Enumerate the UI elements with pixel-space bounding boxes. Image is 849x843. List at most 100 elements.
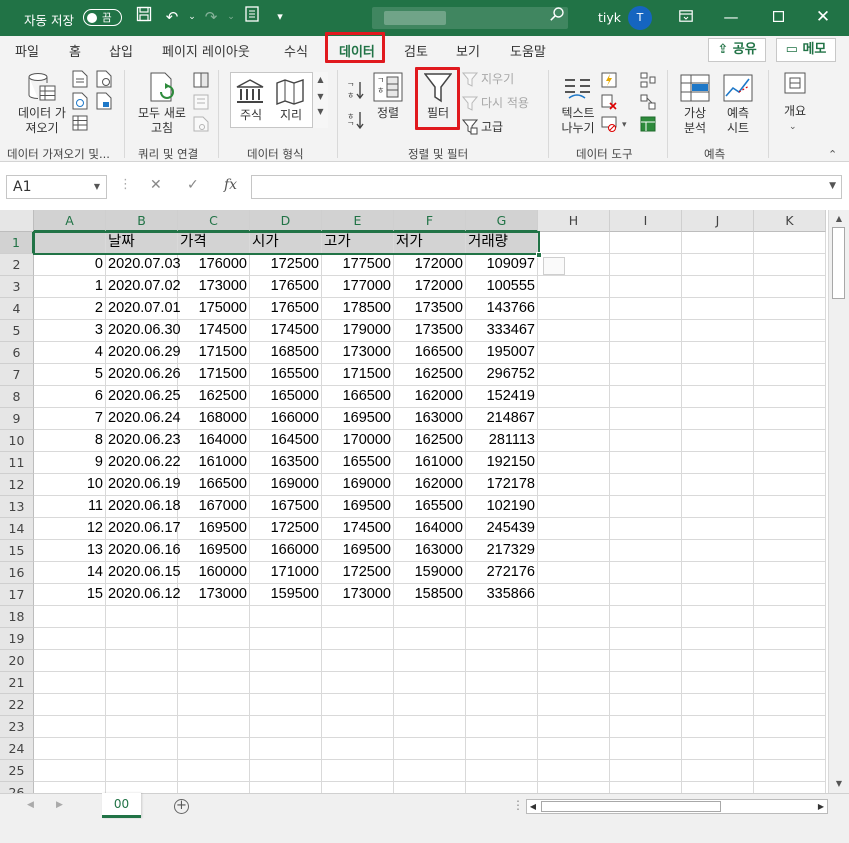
cell-k10[interactable] xyxy=(754,430,826,452)
cell-d3[interactable]: 176500 xyxy=(250,276,322,298)
avatar[interactable]: T xyxy=(628,6,652,30)
insert-function-icon[interactable]: fx xyxy=(224,177,237,193)
cell-h26[interactable] xyxy=(538,782,610,793)
cell-d9[interactable]: 166000 xyxy=(250,408,322,430)
cell-h16[interactable] xyxy=(538,562,610,584)
cell-a14[interactable]: 12 xyxy=(34,518,106,540)
cell-d24[interactable] xyxy=(250,738,322,760)
cell-h23[interactable] xyxy=(538,716,610,738)
cell-j9[interactable] xyxy=(682,408,754,430)
cell-k25[interactable] xyxy=(754,760,826,782)
cell-k6[interactable] xyxy=(754,342,826,364)
share-button[interactable]: ⇪ 공유 xyxy=(708,38,766,62)
cell-k3[interactable] xyxy=(754,276,826,298)
cell-e2[interactable]: 177500 xyxy=(322,254,394,276)
row-header[interactable]: 4 xyxy=(0,298,34,320)
cell-a19[interactable] xyxy=(34,628,106,650)
cell-e23[interactable] xyxy=(322,716,394,738)
cell-c23[interactable] xyxy=(178,716,250,738)
comments-button[interactable]: ▭ 메모 xyxy=(776,38,836,62)
form-icon[interactable] xyxy=(241,6,263,28)
cell-f7[interactable]: 162500 xyxy=(394,364,466,386)
cell-f17[interactable]: 158500 xyxy=(394,584,466,606)
column-header-b[interactable]: B xyxy=(106,210,178,232)
cell-a2[interactable]: 0 xyxy=(34,254,106,276)
text-to-columns-icon[interactable] xyxy=(563,74,593,105)
autosave-toggle[interactable]: 끔 xyxy=(83,9,122,26)
row-header[interactable]: 19 xyxy=(0,628,34,650)
cell-g18[interactable] xyxy=(466,606,538,628)
cell-g25[interactable] xyxy=(466,760,538,782)
cell-g11[interactable]: 192150 xyxy=(466,452,538,474)
cell-g15[interactable]: 217329 xyxy=(466,540,538,562)
row-header[interactable]: 7 xyxy=(0,364,34,386)
cell-k17[interactable] xyxy=(754,584,826,606)
title-search-box[interactable] xyxy=(372,7,568,29)
cell-h22[interactable] xyxy=(538,694,610,716)
scroll-down-icon[interactable]: ▼ xyxy=(832,777,846,791)
cell-h15[interactable] xyxy=(538,540,610,562)
tab-split-handle-icon[interactable]: ⋮ xyxy=(512,798,524,812)
cell-e11[interactable]: 165500 xyxy=(322,452,394,474)
outline-dropdown-icon[interactable]: ⌄ xyxy=(789,122,797,132)
cell-d6[interactable]: 168500 xyxy=(250,342,322,364)
cell-d14[interactable]: 172500 xyxy=(250,518,322,540)
cell-d4[interactable]: 176500 xyxy=(250,298,322,320)
horizontal-scrollbar[interactable]: ◀ ▶ xyxy=(526,799,828,814)
refresh-all-icon[interactable] xyxy=(148,72,178,107)
collapse-ribbon-icon[interactable]: ⌃ xyxy=(828,148,837,161)
cell-f25[interactable] xyxy=(394,760,466,782)
cell-b5[interactable]: 2020.06.30 xyxy=(106,320,181,342)
filter-icon[interactable] xyxy=(423,73,453,106)
cell-g17[interactable]: 335866 xyxy=(466,584,538,606)
cell-d12[interactable]: 169000 xyxy=(250,474,322,496)
cell-e22[interactable] xyxy=(322,694,394,716)
cell-i16[interactable] xyxy=(610,562,682,584)
minimize-icon[interactable]: — xyxy=(720,6,742,28)
cell-e17[interactable]: 173000 xyxy=(322,584,394,606)
cell-k11[interactable] xyxy=(754,452,826,474)
cell-f15[interactable]: 163000 xyxy=(394,540,466,562)
cell-g24[interactable] xyxy=(466,738,538,760)
cell-e1[interactable]: 고가 xyxy=(322,232,394,254)
row-header[interactable]: 24 xyxy=(0,738,34,760)
cell-a7[interactable]: 5 xyxy=(34,364,106,386)
cell-b4[interactable]: 2020.07.01 xyxy=(106,298,181,320)
cell-g5[interactable]: 333467 xyxy=(466,320,538,342)
cancel-icon[interactable]: ✕ xyxy=(150,177,162,193)
cell-h21[interactable] xyxy=(538,672,610,694)
column-header-f[interactable]: F xyxy=(394,210,466,232)
cell-i15[interactable] xyxy=(610,540,682,562)
cell-i5[interactable] xyxy=(610,320,682,342)
forecast-sheet-label[interactable]: 예측 시트 xyxy=(719,106,757,136)
cell-c9[interactable]: 168000 xyxy=(178,408,250,430)
cell-d21[interactable] xyxy=(250,672,322,694)
scroll-up-icon[interactable]: ▲ xyxy=(832,212,846,226)
cell-f1[interactable]: 저가 xyxy=(394,232,466,254)
cell-j4[interactable] xyxy=(682,298,754,320)
column-header-d[interactable]: D xyxy=(250,210,322,232)
cell-i7[interactable] xyxy=(610,364,682,386)
stocks-label[interactable]: 주식 xyxy=(233,108,269,123)
cell-k19[interactable] xyxy=(754,628,826,650)
cell-e9[interactable]: 169500 xyxy=(322,408,394,430)
cell-e8[interactable]: 166500 xyxy=(322,386,394,408)
cell-f9[interactable]: 163000 xyxy=(394,408,466,430)
cell-g1[interactable]: 거래량 xyxy=(466,232,538,254)
cell-j15[interactable] xyxy=(682,540,754,562)
cell-i10[interactable] xyxy=(610,430,682,452)
stocks-icon[interactable] xyxy=(236,79,264,108)
cell-b13[interactable]: 2020.06.18 xyxy=(106,496,181,518)
cell-f24[interactable] xyxy=(394,738,466,760)
row-header[interactable]: 16 xyxy=(0,562,34,584)
cell-j10[interactable] xyxy=(682,430,754,452)
cell-i26[interactable] xyxy=(610,782,682,793)
cell-i13[interactable] xyxy=(610,496,682,518)
cell-k20[interactable] xyxy=(754,650,826,672)
cell-j13[interactable] xyxy=(682,496,754,518)
cell-e20[interactable] xyxy=(322,650,394,672)
cell-h6[interactable] xyxy=(538,342,610,364)
cell-k9[interactable] xyxy=(754,408,826,430)
cell-e5[interactable]: 179000 xyxy=(322,320,394,342)
cell-h11[interactable] xyxy=(538,452,610,474)
